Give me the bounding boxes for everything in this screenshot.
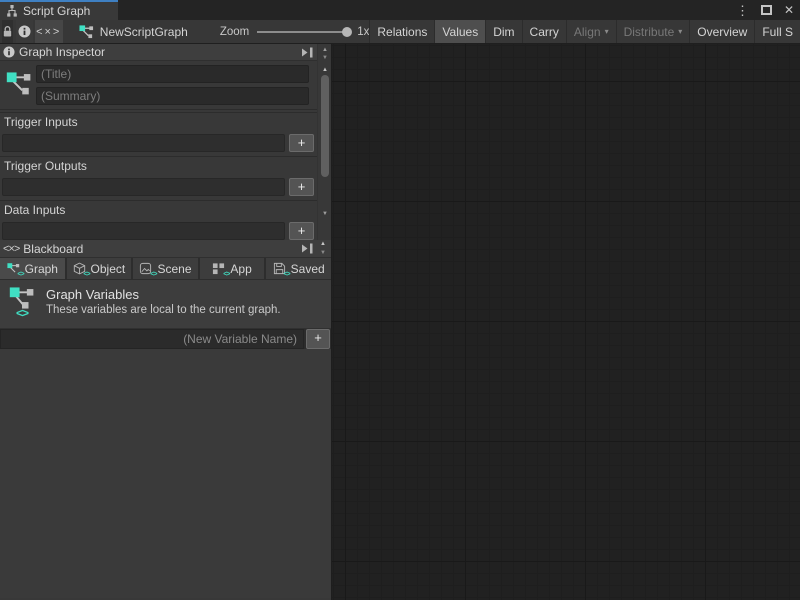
info-icon <box>18 25 31 38</box>
chevron-down-icon: ▾ <box>605 27 609 36</box>
dock-panel-icon[interactable] <box>301 47 314 58</box>
zoom-slider-thumb[interactable] <box>342 27 352 37</box>
title-bar: Script Graph ⋮ ✕ <box>0 0 800 20</box>
window-controls: ⋮ ✕ <box>736 0 794 20</box>
trigger-inputs-section: Trigger Inputs + <box>0 112 317 156</box>
code-preview-button[interactable]: <×> <box>35 20 63 43</box>
dock-panel-icon[interactable] <box>301 243 314 254</box>
tab-scene-variables[interactable]: <> Scene <box>133 258 198 279</box>
zoom-slider[interactable] <box>257 31 349 33</box>
tab-script-graph[interactable]: Script Graph <box>0 0 118 20</box>
maximize-icon[interactable] <box>761 5 772 15</box>
scroll-down-icon[interactable]: ▼ <box>316 249 330 258</box>
section-label: Trigger Inputs <box>0 113 317 132</box>
values-button[interactable]: Values <box>434 20 485 43</box>
new-variable-row: + <box>0 329 331 349</box>
graph-name: NewScriptGraph <box>100 25 188 39</box>
zoom-label: Zoom <box>220 26 249 38</box>
scroll-up-icon[interactable]: ▲ <box>318 46 331 54</box>
title-field[interactable] <box>36 65 309 83</box>
info-description: These variables are local to the current… <box>46 304 281 316</box>
close-icon[interactable]: ✕ <box>784 4 794 16</box>
variables-list-empty[interactable] <box>0 349 331 598</box>
graph-inspector-header: Graph Inspector <box>0 44 317 61</box>
code-icon: <×> <box>3 243 19 255</box>
graph-reference[interactable]: NewScriptGraph <box>79 20 188 43</box>
tab-app-variables[interactable]: <> App <box>200 258 265 279</box>
script-graph-node-icon <box>79 24 94 39</box>
zoom-value: 1x <box>357 26 369 38</box>
blackboard-scrollbar: ▲ ▼ <box>316 240 330 258</box>
add-trigger-output-button[interactable]: + <box>289 178 314 196</box>
graph-variables-info: <> Graph Variables These variables are l… <box>0 280 331 329</box>
blackboard-panel: <×> Blackboard ▲ ▼ <box>0 240 331 600</box>
window-menu-icon[interactable]: ⋮ <box>736 4 749 17</box>
graph-canvas[interactable] <box>332 44 800 600</box>
add-variable-button[interactable]: + <box>306 329 330 349</box>
graph-variables-icon: <> <box>7 262 20 275</box>
section-label: Trigger Outputs <box>0 157 317 176</box>
lock-button[interactable] <box>2 20 13 43</box>
scrollbar-thumb[interactable] <box>321 75 329 177</box>
inspector-scrollbar: ▲ ▼ ▲ ▼ <box>317 44 331 240</box>
sidebar: Graph Inspector Trigger Inputs + <box>0 44 332 600</box>
tab-graph-variables[interactable]: <> Graph <box>0 258 65 279</box>
info-title: Graph Variables <box>46 287 139 302</box>
lock-icon <box>2 25 13 38</box>
scene-variables-icon: <> <box>139 262 152 275</box>
toolbar-toggles: Relations Values Dim Carry Align ▾ Distr… <box>369 20 800 43</box>
script-graph-window: Script Graph ⋮ ✕ <×> <box>0 0 800 600</box>
fullscreen-button[interactable]: Full S <box>754 20 800 43</box>
dim-button[interactable]: Dim <box>485 20 521 43</box>
tab-title: Script Graph <box>23 4 90 18</box>
scroll-up-icon[interactable]: ▲ <box>318 66 331 74</box>
blackboard-header: <×> Blackboard ▲ ▼ <box>0 240 331 258</box>
align-dropdown: Align ▾ <box>566 20 616 43</box>
app-variables-icon: <> <box>212 262 225 275</box>
graph-inspector-panel: Graph Inspector Trigger Inputs + <box>0 44 331 240</box>
chevron-down-icon: ▾ <box>678 27 682 36</box>
new-variable-input[interactable] <box>0 329 304 349</box>
info-button[interactable] <box>16 20 32 43</box>
scroll-down-icon[interactable]: ▼ <box>318 210 331 218</box>
trigger-outputs-list[interactable] <box>2 178 285 196</box>
scroll-up-icon[interactable]: ▲ <box>316 240 330 249</box>
carry-button[interactable]: Carry <box>522 20 566 43</box>
blackboard-tabs: <> Graph <> Object <box>0 258 331 280</box>
tab-object-variables[interactable]: <> Object <box>67 258 132 279</box>
script-graph-icon <box>6 5 18 17</box>
data-inputs-section: Data Inputs + <box>0 200 317 240</box>
add-trigger-input-button[interactable]: + <box>289 134 314 152</box>
overview-button[interactable]: Overview <box>689 20 754 43</box>
scroll-down-icon[interactable]: ▼ <box>318 54 331 62</box>
panel-title: Graph Inspector <box>19 45 297 59</box>
tab-saved-variables[interactable]: <> Saved <box>266 258 331 279</box>
saved-variables-icon: <> <box>273 262 286 275</box>
summary-field[interactable] <box>36 87 309 105</box>
trigger-inputs-list[interactable] <box>2 134 285 152</box>
zoom-control: Zoom 1x <box>220 20 370 43</box>
graph-toolbar: <×> NewScriptGraph Zoom 1x Relations Val… <box>0 20 800 44</box>
trigger-outputs-section: Trigger Outputs + <box>0 156 317 200</box>
info-icon <box>3 46 15 58</box>
section-label: Data Inputs <box>0 201 317 220</box>
add-data-input-button[interactable]: + <box>289 222 314 240</box>
relations-button[interactable]: Relations <box>369 20 434 43</box>
data-inputs-list[interactable] <box>2 222 285 240</box>
divider <box>0 109 317 110</box>
code-icon: <> <box>16 306 28 320</box>
object-variables-icon: <> <box>73 262 86 275</box>
distribute-dropdown: Distribute ▾ <box>616 20 690 43</box>
graph-node-icon <box>6 68 32 98</box>
panel-title: Blackboard <box>23 242 297 256</box>
